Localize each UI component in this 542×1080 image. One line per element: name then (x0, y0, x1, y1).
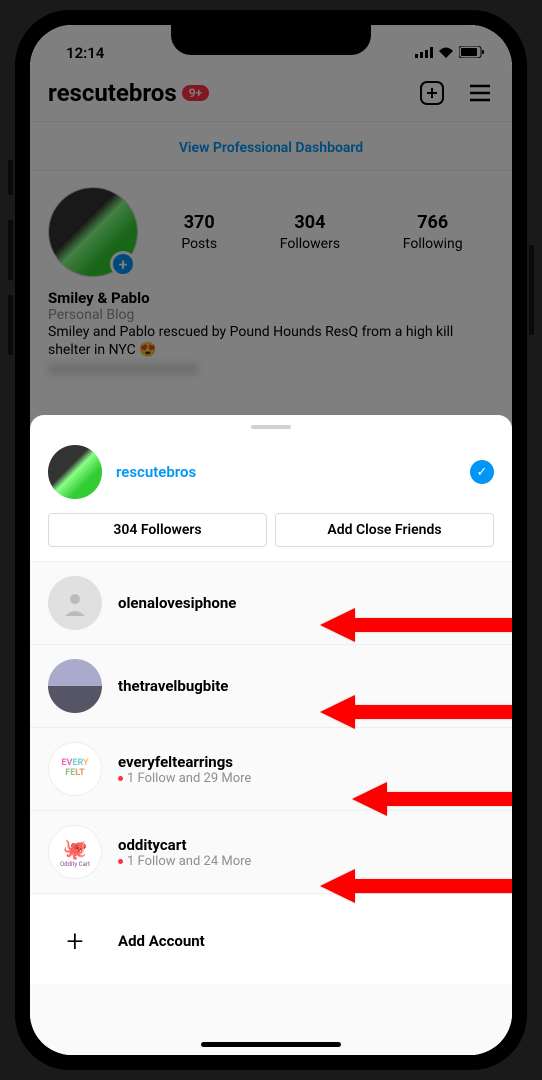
notification-dot-icon (118, 859, 123, 864)
phone-frame: 12:14 rescutebros (15, 10, 527, 1070)
followers-button[interactable]: 304 Followers (48, 513, 267, 547)
account-subtitle: 1 Follow and 24 More (118, 854, 494, 869)
account-avatar: 🐙 Oddity Cart (48, 825, 102, 879)
screen: 12:14 rescutebros (30, 25, 512, 1055)
account-item[interactable]: olenalovesiphone (30, 561, 512, 644)
plus-icon: + (48, 914, 102, 968)
account-list: olenalovesiphone thetravelbugbite EVERYF… (30, 561, 512, 1055)
add-account-button[interactable]: + Add Account (30, 893, 512, 984)
notification-dot-icon (118, 776, 123, 781)
account-subtitle: 1 Follow and 29 More (118, 771, 494, 786)
account-item[interactable]: 🐙 Oddity Cart odditycart 1 Follow and 24… (30, 810, 512, 893)
selected-checkmark-icon: ✓ (470, 460, 494, 484)
account-username: thetravelbugbite (118, 677, 494, 695)
account-avatar (48, 659, 102, 713)
sheet-handle[interactable] (251, 425, 291, 429)
account-username: everyfeltearrings (118, 753, 494, 771)
account-username: olenalovesiphone (118, 594, 494, 612)
account-item[interactable]: thetravelbugbite (30, 644, 512, 727)
home-indicator[interactable] (201, 1042, 341, 1047)
add-account-label: Add Account (118, 932, 205, 950)
account-item[interactable]: EVERYFELT everyfeltearrings 1 Follow and… (30, 727, 512, 810)
account-avatar: EVERYFELT (48, 742, 102, 796)
add-close-friends-button[interactable]: Add Close Friends (275, 513, 494, 547)
account-switcher-sheet: rescutebros ✓ 304 Followers Add Close Fr… (30, 415, 512, 1055)
notch (171, 25, 371, 55)
current-account-row[interactable]: rescutebros ✓ (30, 435, 512, 513)
account-username: odditycart (118, 836, 494, 854)
current-account-avatar (48, 445, 102, 499)
current-account-username: rescutebros (116, 463, 456, 481)
account-avatar (48, 576, 102, 630)
